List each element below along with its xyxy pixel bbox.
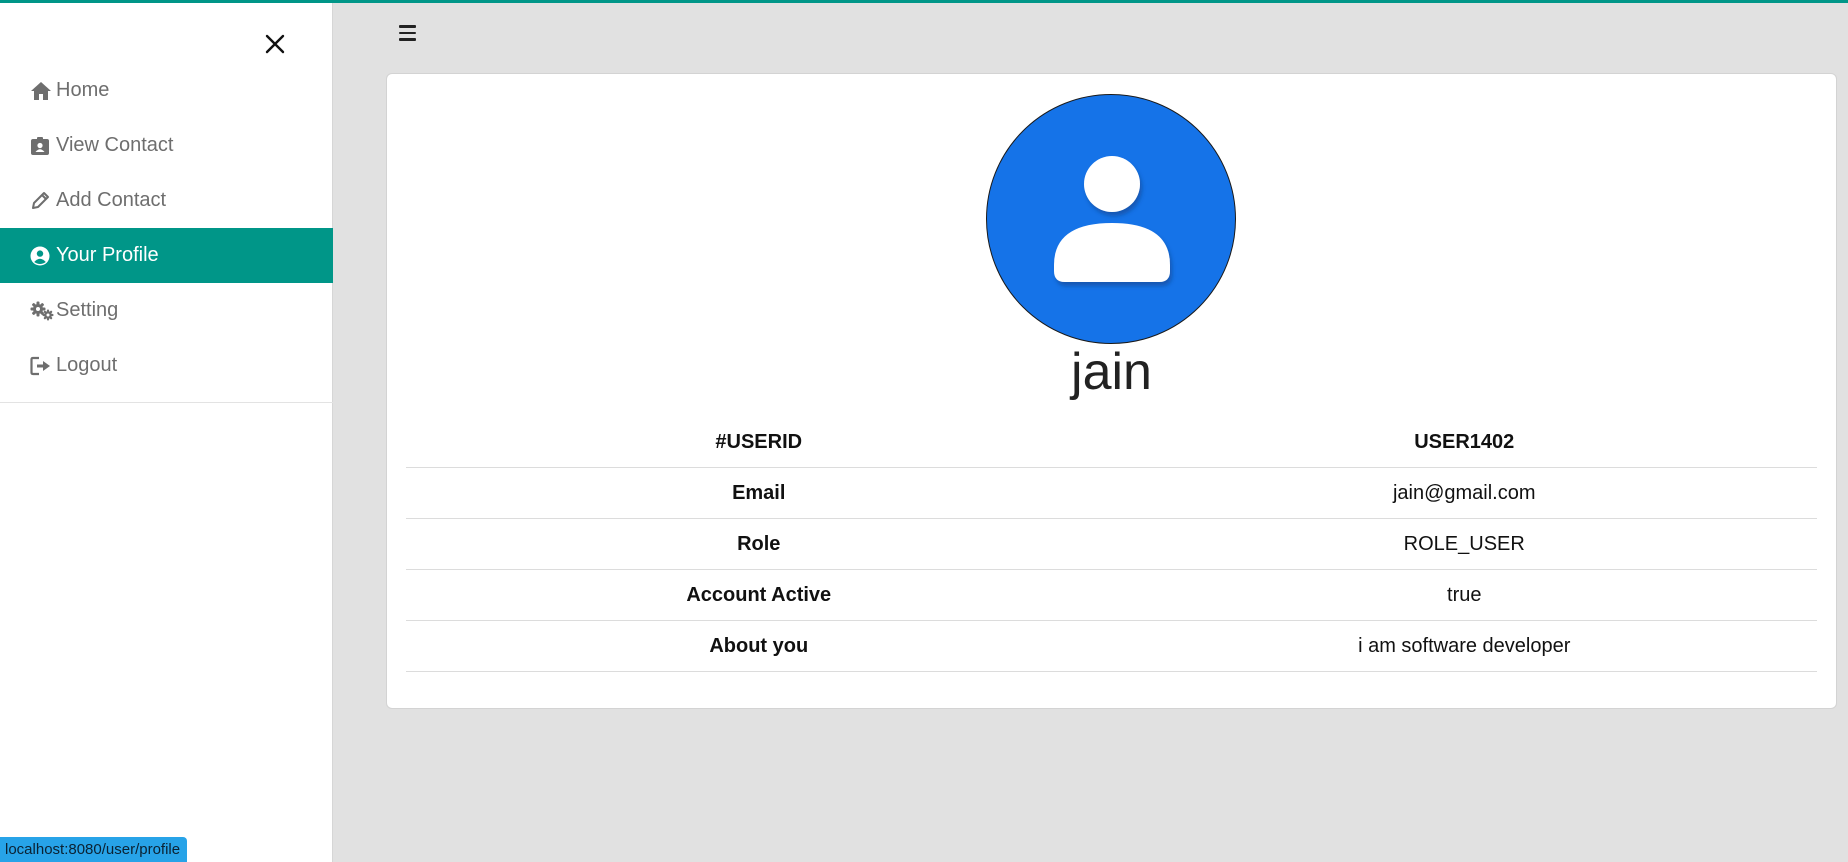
sidebar-divider <box>0 402 333 403</box>
logout-icon <box>30 355 54 377</box>
profile-info-table: #USERID USER1402 Email jain@gmail.com Ro… <box>406 417 1817 672</box>
profile-card: jain #USERID USER1402 Email jain@gmail.c… <box>386 73 1837 709</box>
person-avatar-icon <box>1054 156 1170 282</box>
sidebar-item-label: Your Profile <box>56 244 159 266</box>
contact-card-icon <box>30 135 54 157</box>
sidebar: Home View Contact Add Contact Your Profi… <box>0 3 333 862</box>
field-label: Account Active <box>406 569 1112 621</box>
sidebar-item-add-contact[interactable]: Add Contact <box>0 173 333 228</box>
sidebar-item-home[interactable]: Home <box>0 63 333 118</box>
field-label: Role <box>406 518 1112 570</box>
sidebar-item-label: Logout <box>56 354 118 376</box>
profile-name: jain <box>1071 343 1152 401</box>
sidebar-item-label: View Contact <box>56 134 174 156</box>
sidebar-item-your-profile[interactable]: Your Profile <box>0 228 333 283</box>
sidebar-item-label: Setting <box>56 299 119 321</box>
close-icon <box>265 34 285 54</box>
field-value: true <box>1111 569 1817 621</box>
sidebar-item-setting[interactable]: Setting <box>0 283 333 338</box>
hamburger-icon <box>399 25 416 28</box>
table-row: Email jain@gmail.com <box>406 467 1817 519</box>
home-icon <box>30 80 54 102</box>
table-row: #USERID USER1402 <box>406 417 1817 468</box>
pencil-icon <box>30 190 54 212</box>
sidebar-nav: Home View Contact Add Contact Your Profi… <box>0 63 333 393</box>
sidebar-item-label: Add Contact <box>56 189 167 211</box>
user-circle-icon <box>30 245 54 267</box>
sidebar-item-logout[interactable]: Logout <box>0 338 333 393</box>
field-value: jain@gmail.com <box>1111 467 1817 519</box>
gears-icon <box>30 300 54 322</box>
sidebar-item-label: Home <box>56 79 110 101</box>
field-label: About you <box>406 620 1112 672</box>
status-bar-url: localhost:8080/user/profile <box>0 837 188 862</box>
sidebar-item-view-contact[interactable]: View Contact <box>0 118 333 173</box>
field-label: Email <box>406 467 1112 519</box>
field-value: ROLE_USER <box>1111 518 1817 570</box>
table-row: About you i am software developer <box>406 620 1817 672</box>
table-row: Account Active true <box>406 569 1817 621</box>
field-value: i am software developer <box>1111 620 1817 672</box>
profile-avatar <box>986 94 1236 344</box>
menu-toggle-button[interactable] <box>399 22 421 44</box>
field-value: USER1402 <box>1111 417 1817 468</box>
close-sidebar-button[interactable] <box>258 27 292 61</box>
field-label: #USERID <box>406 417 1112 468</box>
table-row: Role ROLE_USER <box>406 518 1817 570</box>
